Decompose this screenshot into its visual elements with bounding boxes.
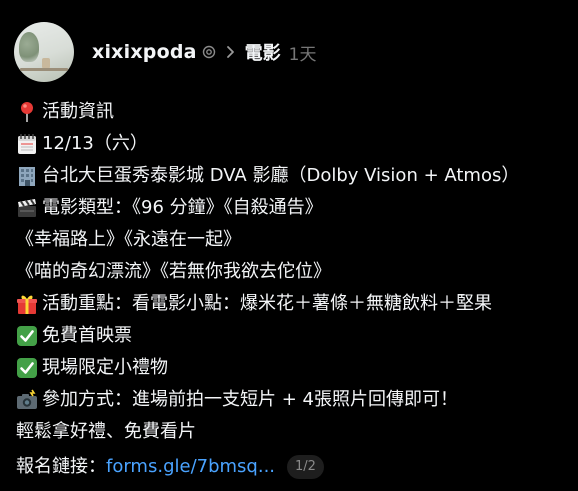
line-movie-list-1: 《幸福路上》《永遠在一起》 xyxy=(16,224,574,256)
line-text: 活動資訊 xyxy=(42,101,114,122)
line-date: 12/13（六） xyxy=(16,128,574,160)
line-tagline: 輕鬆拿好禮、免費看片 xyxy=(16,416,574,448)
avatar-vase xyxy=(42,58,50,68)
line-text: 免費首映票 xyxy=(42,325,132,346)
line-venue: 台北大巨蛋秀泰影城 DVA 影廳（Dolby Vision + Atmos） xyxy=(16,160,574,192)
line-text: 活動重點：看電影小點：爆米花＋薯條＋無糖飲料＋堅果 xyxy=(42,293,492,314)
line-text: 台北大巨蛋秀泰影城 DVA 影廳（Dolby Vision + Atmos） xyxy=(42,165,520,186)
line-movie-types: 電影類型：《96 分鐘》《自殺通告》 xyxy=(16,192,574,224)
line-text: 輕鬆拿好禮、免費看片 xyxy=(16,421,196,442)
office-building-icon xyxy=(16,165,38,187)
avatar-plant xyxy=(19,32,39,62)
camera-with-flash-icon xyxy=(16,389,38,411)
avatar-shelf xyxy=(20,68,68,71)
line-text: 參加方式：進場前拍一支短片 + 4張照片回傳即可！ xyxy=(42,389,458,410)
chevron-right-icon xyxy=(226,45,235,59)
line-how-to-join: 參加方式：進場前拍一支短片 + 4張照片回傳即可！ xyxy=(16,384,574,416)
page-indicator: 1/2 xyxy=(287,455,324,479)
post-body: 活動資訊 12/13（六） 台北大巨蛋秀泰影城 DVA 影廳（Dolby Vis… xyxy=(16,96,574,483)
post-time: 1天 xyxy=(288,44,317,65)
line-text: 電影類型：《96 分鐘》《自殺通告》 xyxy=(42,197,323,218)
username[interactable]: xixixpoda xyxy=(92,41,197,63)
spiral-calendar-icon xyxy=(16,133,38,155)
line-signup: 報名鏈接： forms.gle/7bmsq... 1/2 xyxy=(16,451,574,483)
clapper-board-icon xyxy=(16,197,38,219)
line-highlights: 活動重點：看電影小點：爆米花＋薯條＋無糖飲料＋堅果 xyxy=(16,288,574,320)
line-text: 《幸福路上》《永遠在一起》 xyxy=(16,229,241,250)
threads-badge-icon xyxy=(202,45,216,59)
check-mark-button-icon xyxy=(16,357,38,379)
line-free-ticket: 免費首映票 xyxy=(16,320,574,352)
check-mark-button-icon xyxy=(16,325,38,347)
line-text: 12/13（六） xyxy=(42,133,148,154)
post-header: xixixpoda 電影 1天 xyxy=(14,22,317,82)
line-gift: 現場限定小禮物 xyxy=(16,352,574,384)
avatar[interactable] xyxy=(14,22,74,82)
round-pushpin-icon xyxy=(16,101,38,123)
line-movie-list-2: 《喵的奇幻漂流》《若無你我欲去佗位》 xyxy=(16,256,574,288)
line-activity-info: 活動資訊 xyxy=(16,96,574,128)
topic-tag[interactable]: 電影 xyxy=(245,39,281,65)
signup-label: 報名鏈接： xyxy=(16,456,106,477)
line-text: 現場限定小禮物 xyxy=(42,357,168,378)
line-text: 《喵的奇幻漂流》《若無你我欲去佗位》 xyxy=(16,261,331,282)
wrapped-gift-icon xyxy=(16,293,38,315)
signup-link[interactable]: forms.gle/7bmsq... xyxy=(106,451,275,483)
